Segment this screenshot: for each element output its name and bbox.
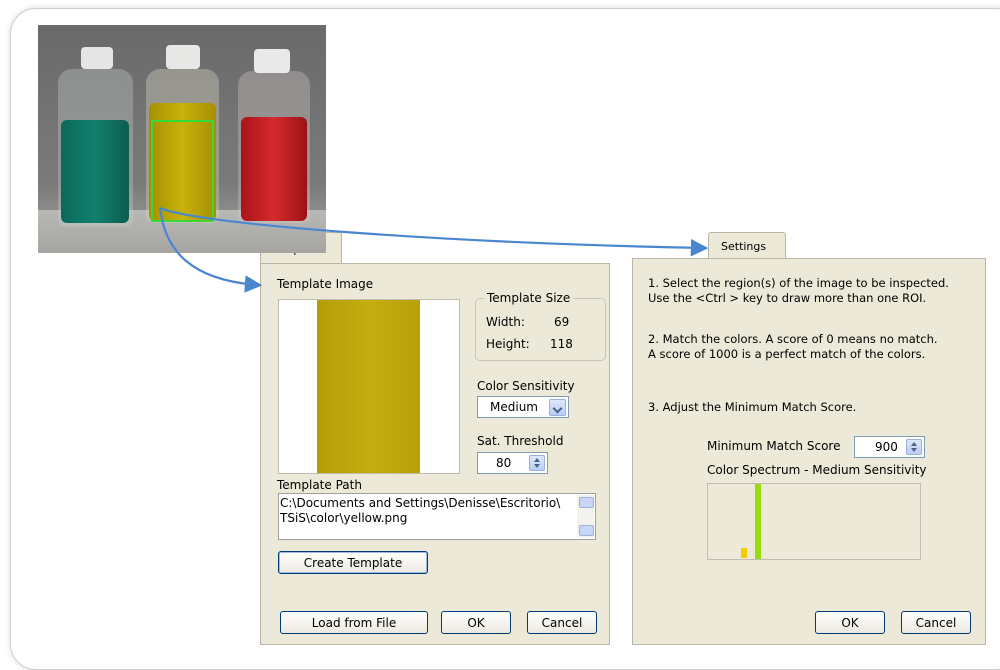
arrow-to-settings [159,206,709,257]
flow-arrows [158,206,709,293]
